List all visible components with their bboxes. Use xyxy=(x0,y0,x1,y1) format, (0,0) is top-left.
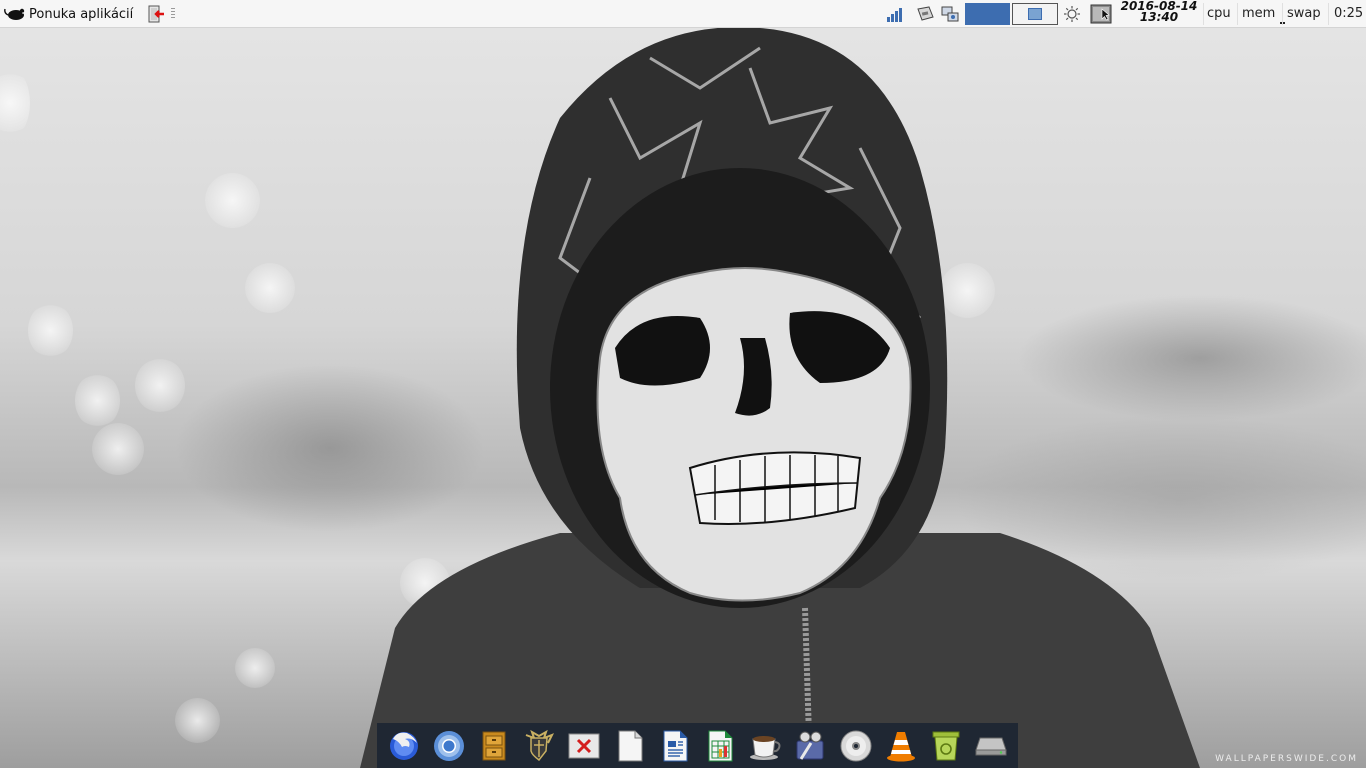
removable-drive-icon[interactable] xyxy=(913,0,937,28)
file-cabinet-icon xyxy=(482,731,506,760)
spreadsheet-icon xyxy=(708,730,733,761)
separator xyxy=(1203,3,1204,25)
dock-item-drive[interactable] xyxy=(972,727,1010,765)
logout-icon xyxy=(148,5,165,23)
separator xyxy=(1328,3,1329,25)
video-editor-icon xyxy=(796,731,824,760)
dock-item-calc[interactable] xyxy=(701,727,739,765)
dock-item-file-manager[interactable] xyxy=(475,727,513,765)
network-manager-icon[interactable] xyxy=(938,0,962,28)
firefox-icon xyxy=(389,731,418,760)
shield-icon xyxy=(525,729,555,761)
panel-drag-handle[interactable] xyxy=(171,8,176,20)
blank-document-icon xyxy=(618,730,643,761)
logout-button[interactable] xyxy=(145,3,169,25)
hooded-skull-figure xyxy=(360,28,1200,768)
dock-item-video-editor[interactable] xyxy=(791,727,829,765)
mem-monitor[interactable]: mem xyxy=(1242,0,1275,28)
brightness-icon[interactable] xyxy=(1061,0,1083,28)
separator xyxy=(1237,3,1238,25)
dock xyxy=(377,723,1018,768)
dock-item-vlc[interactable] xyxy=(882,727,920,765)
dock-item-disc-burner[interactable] xyxy=(837,727,875,765)
dock-item-trash[interactable] xyxy=(927,727,965,765)
trash-icon xyxy=(932,731,960,760)
wallpaper-watermark: WALLPAPERSWIDE.COM xyxy=(1215,754,1358,764)
cpu-monitor[interactable]: cpu xyxy=(1207,0,1231,28)
screenshot-tool-icon[interactable] xyxy=(1089,0,1113,28)
xfce-mouse-icon xyxy=(4,8,25,20)
dock-item-security[interactable] xyxy=(520,727,558,765)
dock-item-chromium[interactable] xyxy=(430,727,468,765)
top-panel: Ponuka aplikácií 2016-08-14 13:40 cpu me… xyxy=(0,0,1366,28)
chromium-icon xyxy=(433,730,464,761)
app-menu-label: Ponuka aplikácií xyxy=(29,6,134,22)
dock-item-caffeine[interactable] xyxy=(746,727,784,765)
desktop-wallpaper[interactable]: WALLPAPERSWIDE.COM xyxy=(0,28,1366,768)
clock[interactable]: 2016-08-14 13:40 xyxy=(1118,0,1200,24)
workspace-1-button[interactable] xyxy=(965,3,1010,25)
drive-icon xyxy=(975,737,1007,755)
dock-item-firefox[interactable] xyxy=(385,727,423,765)
app-menu-button[interactable]: Ponuka aplikácií xyxy=(0,0,139,28)
disc-burner-icon xyxy=(840,730,872,761)
vlc-icon xyxy=(886,731,915,761)
separator xyxy=(1282,3,1283,25)
writer-document-icon xyxy=(663,730,688,761)
clock-time: 13:40 xyxy=(1139,10,1179,24)
window-thumbnail-icon xyxy=(1028,8,1042,20)
xkill-icon xyxy=(568,733,600,758)
uptime-label: 0:25 xyxy=(1334,6,1364,21)
coffee-cup-icon xyxy=(750,735,781,760)
dock-item-xkill[interactable] xyxy=(565,727,603,765)
dock-item-text-editor[interactable] xyxy=(611,727,649,765)
dock-item-writer[interactable] xyxy=(656,727,694,765)
network-wireless-icon[interactable] xyxy=(884,0,908,28)
workspace-2-button[interactable] xyxy=(1012,3,1058,25)
swap-monitor[interactable]: swap xyxy=(1287,0,1321,28)
